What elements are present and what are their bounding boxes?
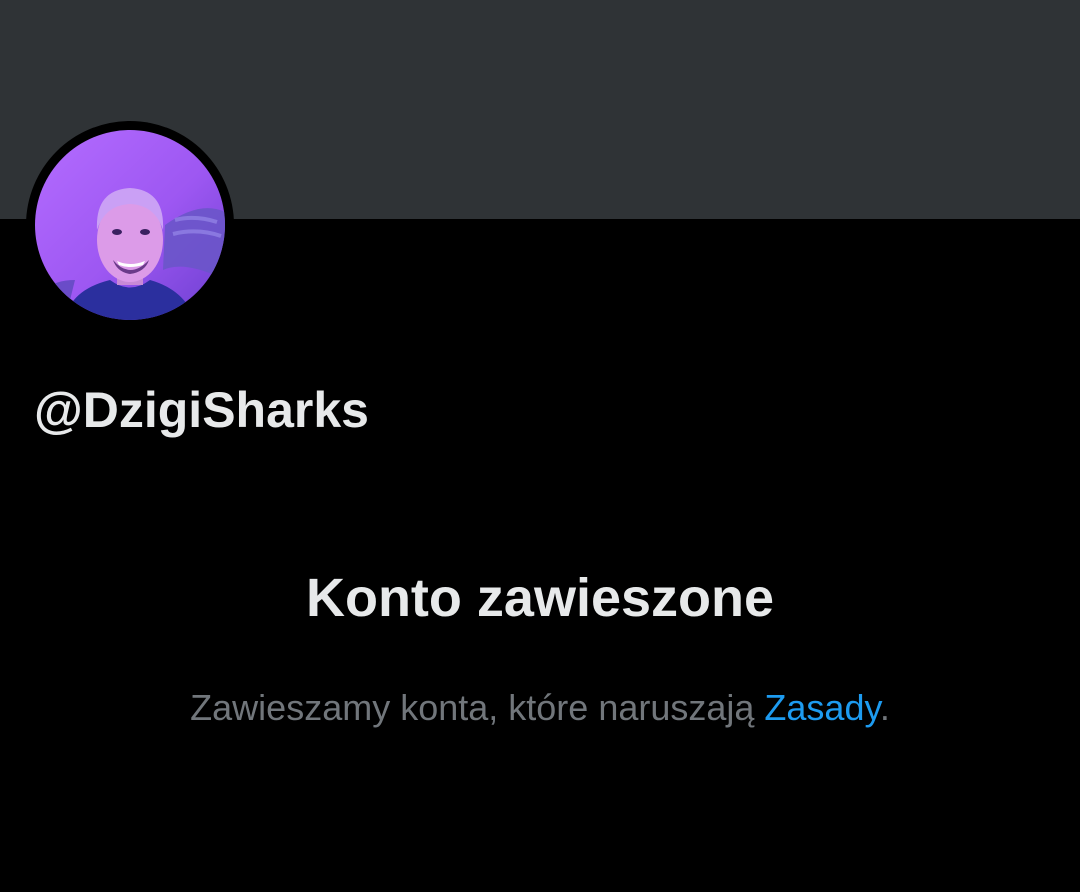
avatar[interactable] xyxy=(26,121,234,329)
profile-handle: @DzigiSharks xyxy=(34,382,369,438)
suspension-message-suffix: . xyxy=(879,687,890,728)
suspension-message: Zawieszamy konta, które naruszają Zasady… xyxy=(0,686,1080,730)
suspension-title: Konto zawieszone xyxy=(305,568,775,628)
rules-link[interactable]: Zasady xyxy=(764,687,879,728)
suspension-message-text: Zawieszamy konta, które naruszają xyxy=(190,687,765,728)
profile-photo-icon xyxy=(35,130,225,320)
